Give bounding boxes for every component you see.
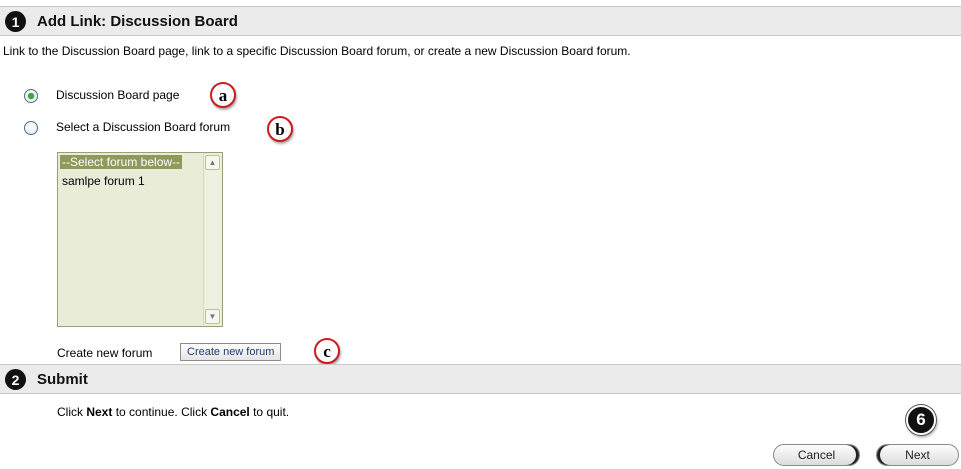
step-number-2: 2 [5,369,26,390]
step-badge-6: 6 [906,405,936,435]
instruction-text: to quit. [249,405,290,419]
scroll-up-icon[interactable]: ▲ [205,155,220,170]
callout-c: c [314,338,340,364]
radio-label-discussion-board-page: Discussion Board page [56,88,180,102]
section-title-add-link: Add Link: Discussion Board [37,13,238,30]
callout-a: a [210,82,236,108]
section-header-add-link: 1 Add Link: Discussion Board [0,6,961,36]
intro-text: Link to the Discussion Board page, link … [3,44,631,58]
instruction-text: to continue. Click [112,405,211,419]
step-number-1: 1 [5,11,26,32]
scroll-down-icon[interactable]: ▼ [205,309,220,324]
section-header-submit: 2 Submit [0,364,961,394]
instruction-text: Click [57,405,87,419]
create-forum-label: Create new forum [57,346,153,360]
radio-discussion-board-page[interactable] [24,89,38,103]
submit-instruction: Click Next to continue. Click Cancel to … [57,405,289,419]
create-new-forum-button[interactable]: Create new forum [180,343,282,361]
callout-b: b [267,116,293,142]
next-button[interactable]: Next [876,444,959,466]
forum-listbox[interactable]: --Select forum below-- samlpe forum 1 ▲ … [57,152,223,327]
radio-label-select-forum: Select a Discussion Board forum [56,120,231,134]
section-title-submit: Submit [37,371,88,388]
instruction-next-word: Next [86,405,113,419]
forum-list-item[interactable]: samlpe forum 1 [62,174,145,188]
forum-list-item[interactable]: --Select forum below-- [60,155,183,169]
listbox-scrollbar[interactable]: ▲ ▼ [203,154,221,325]
instruction-cancel-word: Cancel [210,405,250,419]
cancel-button[interactable]: Cancel [773,444,860,466]
radio-select-forum[interactable] [24,121,38,135]
